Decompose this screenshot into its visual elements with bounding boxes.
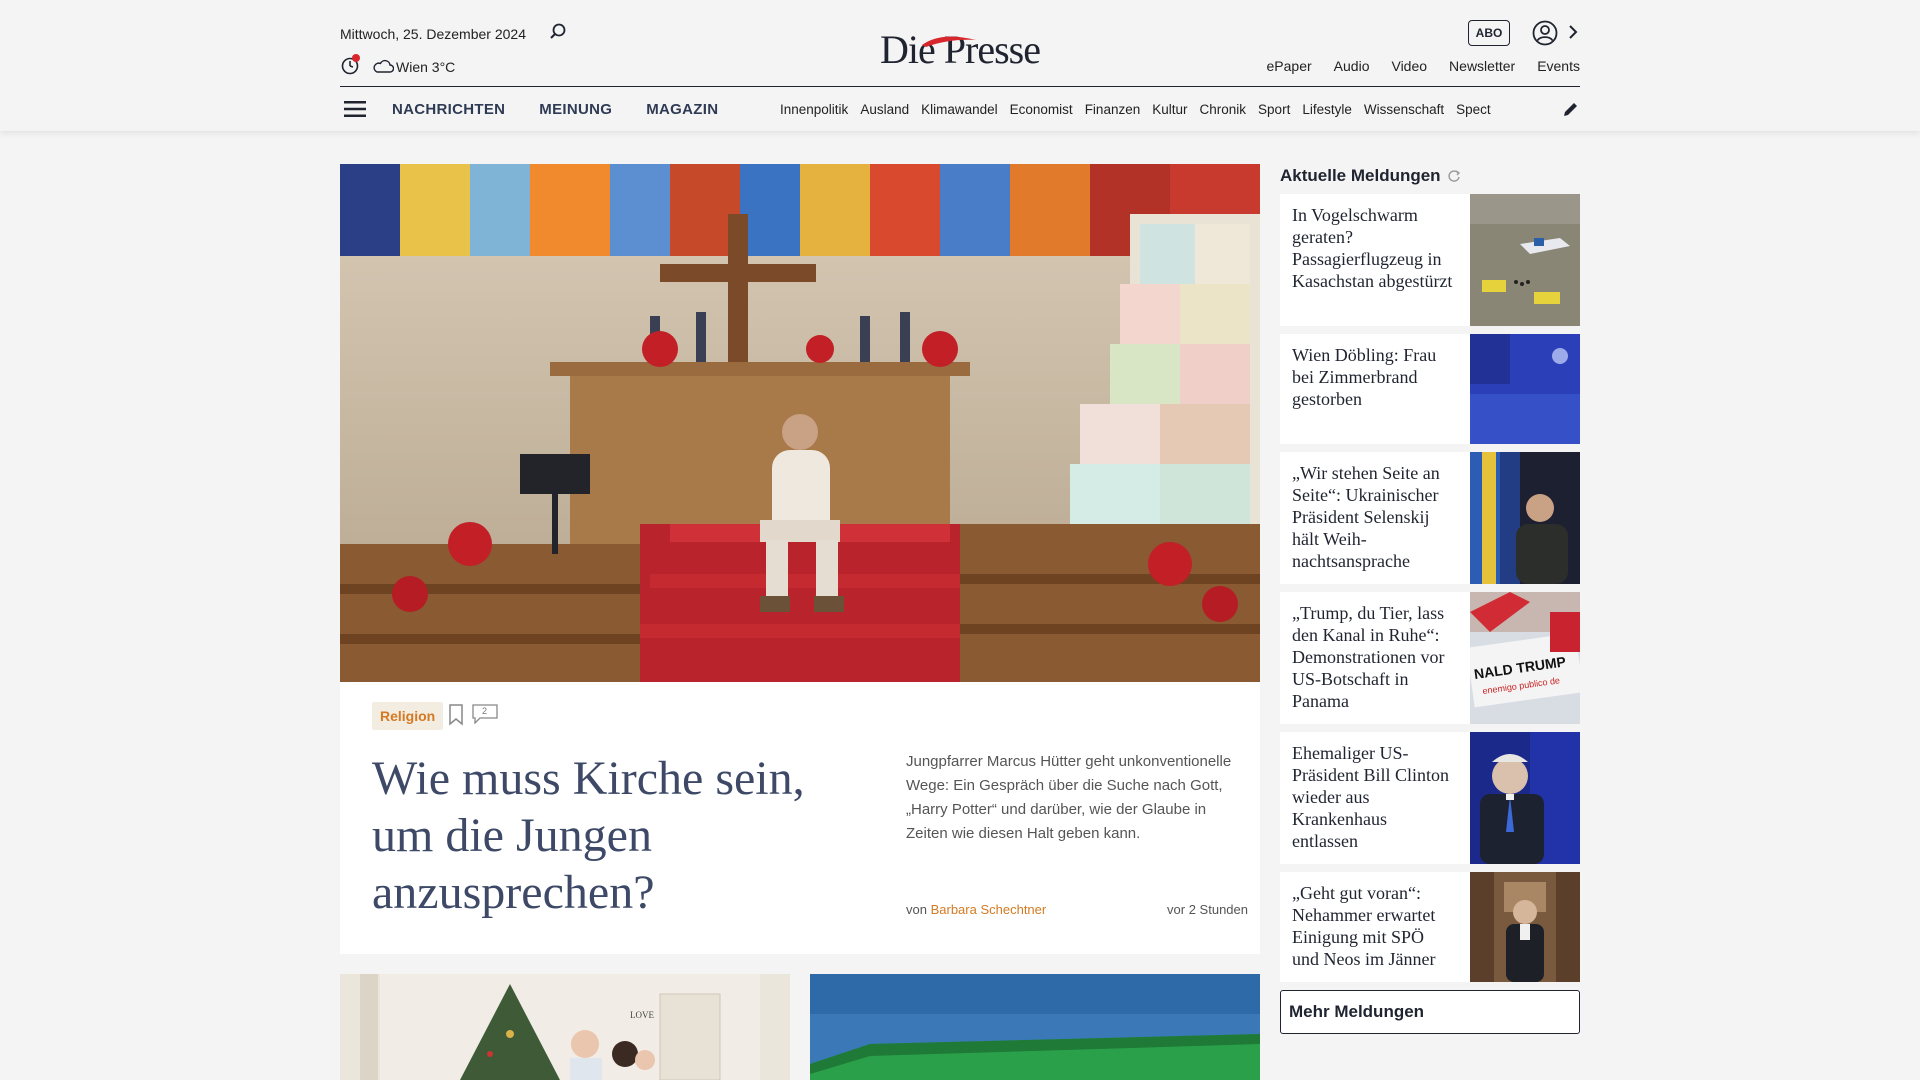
protest-thumbnail[interactable]: NALD TRUMP enemigo publico de [1470,592,1580,724]
crash-thumbnail[interactable] [1470,194,1580,326]
news-list: In Vogelschwarm geraten? Passagierflugze… [1280,194,1580,982]
section-nav: Innenpolitik Ausland Klimawandel Economi… [780,102,1552,117]
fire-thumbnail[interactable] [1470,334,1580,444]
weather-text[interactable]: Wien 3°C [396,59,455,75]
news-item-text[interactable]: „Geht gut voran“: Nehammer erwartet Eini… [1292,882,1454,970]
nav-sport[interactable]: Sport [1258,102,1290,117]
nav-wissenschaft[interactable]: Wissenschaft [1364,102,1444,117]
link-epaper[interactable]: ePaper [1267,58,1312,74]
news-item[interactable]: „Trump, du Tier, lass den Kanal in Ruhe“… [1280,592,1580,724]
nav-finanzen[interactable]: Finanzen [1085,102,1141,117]
hero-image[interactable] [340,164,1260,682]
selenskij-thumbnail[interactable] [1470,452,1580,584]
current-date: Mittwoch, 25. Dezember 2024 [340,26,526,42]
news-item[interactable]: „Wir stehen Seite an Seite“: Ukrainische… [1280,452,1580,584]
nav-kultur[interactable]: Kultur [1152,102,1187,117]
nav-chronik[interactable]: Chronik [1200,102,1247,117]
news-item-text[interactable]: Wien Döbling: Frau bei Zimmerbrand gesto… [1292,344,1454,410]
nav-innenpolitik[interactable]: Innenpolitik [780,102,848,117]
more-news-button[interactable]: Mehr Meldungen [1280,990,1580,1034]
byline: von Barbara Schechtner [906,902,1046,917]
news-item-text[interactable]: „Wir stehen Seite an Seite“: Ukrainische… [1292,462,1454,572]
news-item[interactable]: In Vogelschwarm geraten? Passagierflugze… [1280,194,1580,326]
nav-ausland[interactable]: Ausland [860,102,909,117]
news-item[interactable]: „Geht gut voran“: Nehammer erwartet Eini… [1280,872,1580,982]
notification-dot [352,54,360,62]
nav-lifestyle[interactable]: Lifestyle [1302,102,1352,117]
bookmark-icon[interactable] [448,704,464,726]
article-card-family[interactable]: LOVE [340,974,790,1080]
user-icon[interactable] [1532,20,1558,46]
family-image[interactable]: LOVE [340,974,790,1080]
article-card-bridge[interactable] [810,974,1260,1080]
header-divider [340,86,1580,87]
news-item-text[interactable]: In Vogelschwarm geraten? Passagierflugze… [1292,204,1454,292]
site-logo[interactable]: Die Presse [880,26,1041,74]
hero-headline[interactable]: Wie muss Kirche sein, um die Jungen anzu… [372,750,812,921]
quick-links: ePaper Audio Video Newsletter Events [1267,58,1580,74]
navigation-bar: NACHRICHTEN MEINUNG MAGAZIN Innenpolitik… [340,88,1580,131]
news-ticker: Aktuelle Meldungen In Vogelschwarm gerat… [1280,164,1580,1034]
cloud-icon [373,59,394,73]
hero-teaser: Jungpfarrer Marcus Hütter geht unkonvent… [906,753,1232,842]
header-top-row: Mittwoch, 25. Dezember 2024 Wien 3°C Die… [340,0,1580,86]
chevron-right-icon[interactable] [1566,22,1580,42]
author-link[interactable]: Barbara Schechtner [931,902,1047,917]
logo-flourish [922,36,976,47]
section-nav-fade [1502,94,1552,124]
pencil-icon[interactable] [1562,100,1580,118]
news-ticker-title-text: Aktuelle Meldungen [1280,166,1441,185]
link-video[interactable]: Video [1391,58,1427,74]
comment-count: 2 [482,706,488,716]
nav-economist[interactable]: Economist [1010,102,1073,117]
link-newsletter[interactable]: Newsletter [1449,58,1515,74]
site-header: Mittwoch, 25. Dezember 2024 Wien 3°C Die… [0,0,1920,131]
news-item-text[interactable]: Ehemaliger US-Präsident Bill Clinton wie… [1292,742,1454,852]
news-item[interactable]: Wien Döbling: Frau bei Zimmerbrand gesto… [1280,334,1580,444]
byline-prefix: von [906,902,927,917]
nav-magazin[interactable]: MAGAZIN [646,101,718,118]
refresh-icon[interactable] [1447,169,1461,183]
bridge-image[interactable] [810,974,1260,1080]
news-ticker-title: Aktuelle Meldungen [1280,164,1580,188]
search-icon[interactable] [548,22,568,42]
nav-nachrichten[interactable]: NACHRICHTEN [392,101,505,118]
publish-time: vor 2 Stunden [1167,902,1248,917]
link-events[interactable]: Events [1537,58,1580,74]
hero-article[interactable]: Religion 2 Wie muss Kirche sein, um die … [340,164,1260,954]
nav-meinung[interactable]: MEINUNG [539,101,612,118]
main-nav: NACHRICHTEN MEINUNG MAGAZIN [392,101,718,118]
svg-text:LOVE: LOVE [630,1010,654,1020]
nehammer-thumbnail[interactable] [1470,872,1580,982]
category-tag[interactable]: Religion [372,702,444,730]
hero-body: Religion 2 Wie muss Kirche sein, um die … [340,682,1260,954]
link-audio[interactable]: Audio [1334,58,1370,74]
clinton-thumbnail[interactable] [1470,732,1580,864]
nav-spectrum[interactable]: Spect [1456,102,1491,117]
abo-button[interactable]: ABO [1468,20,1510,46]
news-item[interactable]: Ehemaliger US-Präsident Bill Clinton wie… [1280,732,1580,864]
news-item-text[interactable]: „Trump, du Tier, lass den Kanal in Ruhe“… [1292,602,1454,712]
nav-klimawandel[interactable]: Klimawandel [921,102,998,117]
hamburger-menu-icon[interactable] [344,100,366,118]
